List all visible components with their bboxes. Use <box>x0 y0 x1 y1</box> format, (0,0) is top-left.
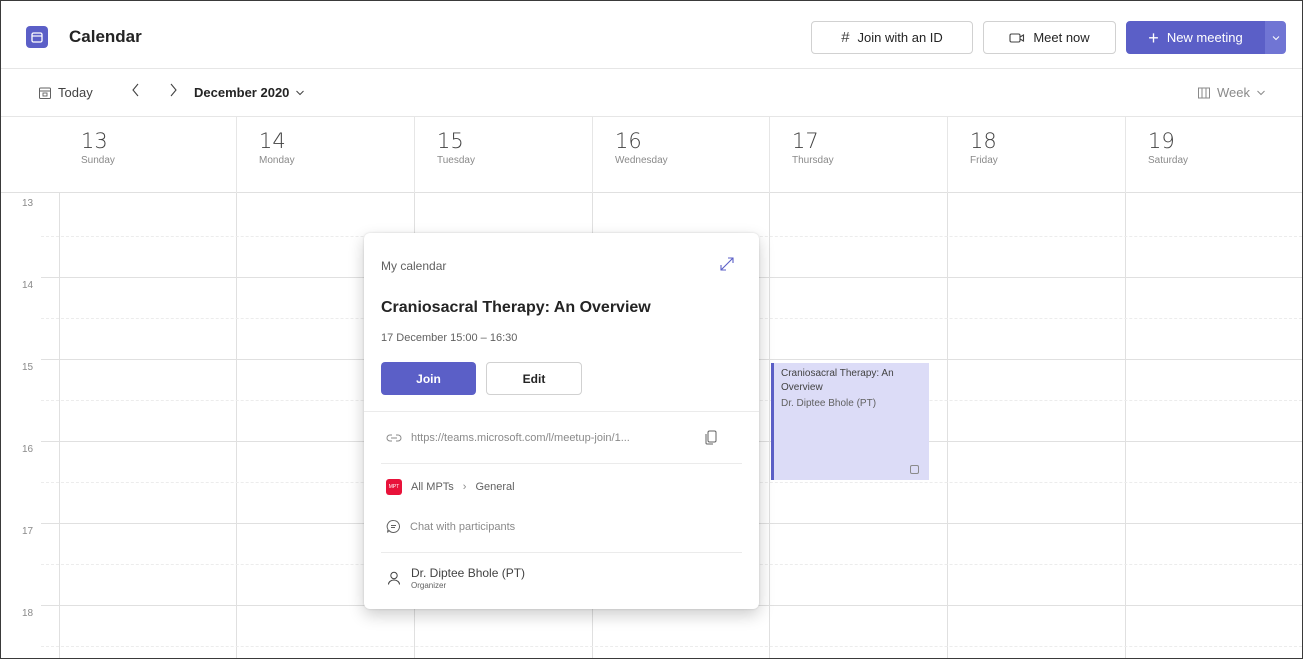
join-button[interactable]: Join <box>381 362 476 395</box>
day-name: Thursday <box>792 155 834 166</box>
meeting-time: 17 December 15:00 – 16:30 <box>381 332 518 344</box>
week-view-icon <box>1198 87 1210 98</box>
new-meeting-dropdown-button[interactable] <box>1265 21 1286 54</box>
event-block[interactable]: Craniosacral Therapy: An Overview Dr. Di… <box>771 363 929 480</box>
day-header-thursday[interactable]: 17 Thursday <box>769 117 947 193</box>
day-number: 19 <box>1148 129 1175 153</box>
hour-label: 15 <box>22 362 34 373</box>
plus-icon: + <box>1148 27 1159 48</box>
day-name: Sunday <box>81 155 115 166</box>
day-number: 15 <box>437 129 464 153</box>
grid-half-line <box>41 646 1302 647</box>
next-week-button[interactable] <box>168 82 178 98</box>
new-meeting-button[interactable]: + New meeting <box>1126 21 1265 54</box>
hour-label: 17 <box>22 526 34 537</box>
day-name: Wednesday <box>615 155 668 166</box>
previous-week-button[interactable] <box>131 82 141 98</box>
chevron-down-icon <box>1257 90 1265 95</box>
join-with-id-button[interactable]: # Join with an ID <box>811 21 973 54</box>
recurring-icon <box>910 465 919 474</box>
calendar-today-icon <box>39 87 51 99</box>
meeting-title: Craniosacral Therapy: An Overview <box>381 299 651 316</box>
team-avatar: MPT <box>386 479 402 495</box>
divider <box>381 552 742 553</box>
meeting-link[interactable]: https://teams.microsoft.com/l/meetup-joi… <box>411 432 711 444</box>
day-header-saturday[interactable]: 19 Saturday <box>1125 117 1302 193</box>
copy-icon[interactable] <box>705 430 717 445</box>
meet-now-label: Meet now <box>1033 30 1090 45</box>
day-number: 16 <box>615 129 642 153</box>
chat-icon <box>386 519 400 533</box>
video-camera-icon <box>1009 32 1025 43</box>
top-bar: Calendar # Join with an ID Meet now + Ne… <box>1 1 1302 69</box>
meet-now-button[interactable]: Meet now <box>983 21 1116 54</box>
expand-button[interactable] <box>718 255 736 273</box>
channel-name: General <box>475 481 515 493</box>
chevron-right-icon: › <box>462 481 467 493</box>
calendar-window: Calendar # Join with an ID Meet now + Ne… <box>0 0 1303 659</box>
expand-icon <box>720 257 734 271</box>
event-organizer: Dr. Diptee Bhole (PT) <box>781 398 877 409</box>
join-with-id-label: Join with an ID <box>857 30 943 45</box>
event-details-popup: My calendar Craniosacral Therapy: An Ove… <box>364 233 759 609</box>
month-picker[interactable]: December 2020 <box>194 85 305 100</box>
hour-label: 16 <box>22 444 34 455</box>
calendar-nav-bar: Today December 2020 Week <box>1 69 1302 117</box>
month-label: December 2020 <box>194 85 290 100</box>
hour-label: 18 <box>22 608 34 619</box>
hash-icon: # <box>841 29 850 46</box>
day-header-wednesday[interactable]: 16 Wednesday <box>592 117 769 193</box>
hour-label: 14 <box>22 280 34 291</box>
day-number: 14 <box>259 129 286 153</box>
chat-label: Chat with participants <box>410 520 516 533</box>
day-number: 18 <box>970 129 997 153</box>
page-title: Calendar <box>69 27 142 46</box>
link-icon <box>386 434 402 441</box>
chat-with-participants-button[interactable]: Chat with participants <box>386 519 515 534</box>
person-icon <box>388 571 400 585</box>
view-label: Week <box>1217 85 1250 100</box>
calendar-app-icon <box>26 26 48 48</box>
day-name: Tuesday <box>437 155 475 166</box>
day-header-row: 13 Sunday 14 Monday 15 Tuesday 16 Wednes… <box>1 117 1302 193</box>
day-header-tuesday[interactable]: 15 Tuesday <box>414 117 592 193</box>
team-name: All MPTs <box>411 481 454 493</box>
team-badge-text: MPT <box>388 484 400 490</box>
edit-button[interactable]: Edit <box>486 362 582 395</box>
divider <box>364 411 759 412</box>
organizer-name: Dr. Diptee Bhole (PT) <box>411 566 526 580</box>
day-header-sunday[interactable]: 13 Sunday <box>59 117 236 193</box>
day-name: Friday <box>970 155 998 166</box>
day-header-monday[interactable]: 14 Monday <box>236 117 414 193</box>
organizer-role: Organizer <box>411 581 447 590</box>
day-number: 13 <box>81 129 108 153</box>
today-button[interactable]: Today <box>38 85 93 100</box>
chevron-down-icon <box>296 90 305 95</box>
chevron-left-icon <box>132 83 139 97</box>
day-header-friday[interactable]: 18 Friday <box>947 117 1125 193</box>
hour-label: 13 <box>22 198 34 209</box>
new-meeting-label: New meeting <box>1166 30 1243 45</box>
chevron-right-icon <box>170 83 177 97</box>
channel-row[interactable]: MPT All MPTs › General <box>386 479 515 495</box>
view-switcher[interactable]: Week <box>1197 85 1266 100</box>
day-name: Monday <box>259 155 295 166</box>
day-name: Saturday <box>1148 155 1189 166</box>
day-number: 17 <box>792 129 819 153</box>
calendar-name: My calendar <box>381 259 447 273</box>
chevron-down-icon <box>1272 35 1279 40</box>
today-label: Today <box>58 85 93 100</box>
divider <box>381 463 742 464</box>
organizer-row[interactable]: Dr. Diptee Bhole (PT) Organizer <box>386 566 525 590</box>
event-title: Craniosacral Therapy: An Overview <box>781 368 894 393</box>
meeting-link-row[interactable]: https://teams.microsoft.com/l/meetup-joi… <box>386 430 717 445</box>
